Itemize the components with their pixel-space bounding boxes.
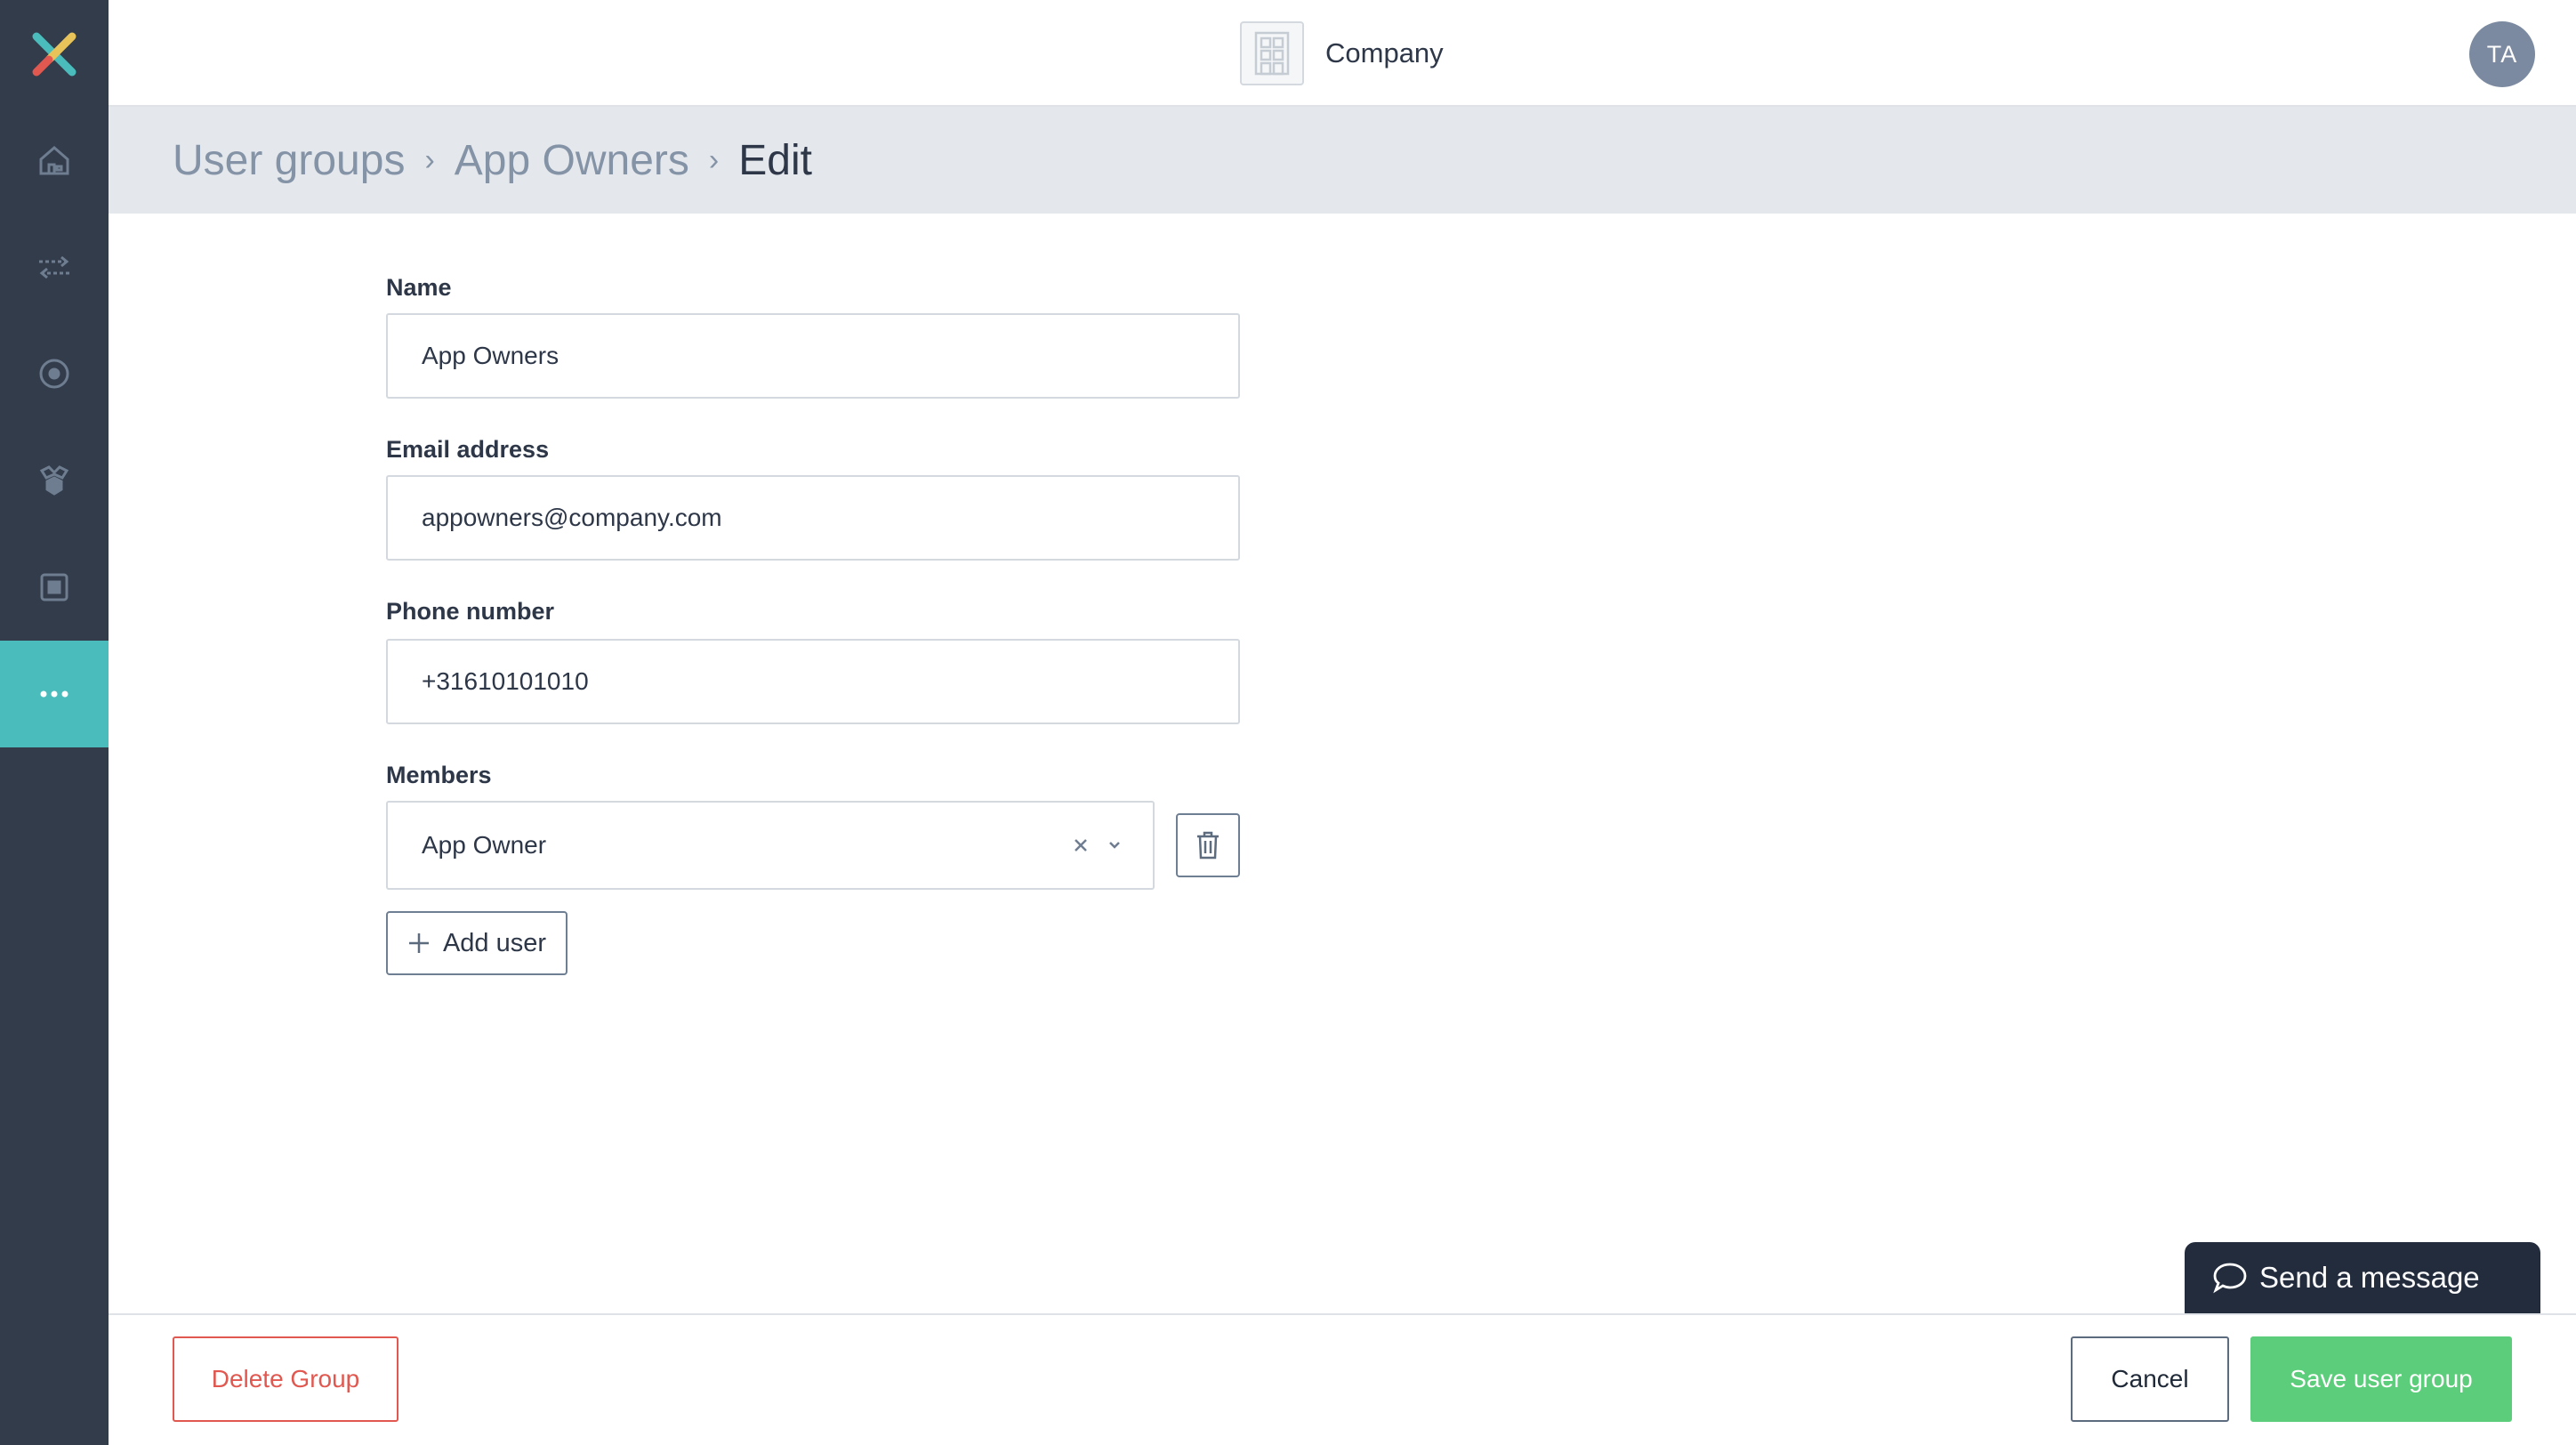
home-icon	[39, 146, 69, 175]
save-user-group-button[interactable]: Save user group	[2250, 1336, 2512, 1422]
cancel-button[interactable]: Cancel	[2071, 1336, 2229, 1422]
delete-group-button[interactable]: Delete Group	[173, 1336, 398, 1422]
member-select[interactable]: App Owner	[386, 801, 1155, 890]
breadcrumb: User groups › App Owners › Edit	[173, 107, 812, 214]
phone-label: Phone number	[386, 598, 555, 625]
phone-input[interactable]: +31610101010	[386, 639, 1240, 724]
form-footer: Delete Group Cancel Save user group	[109, 1313, 2576, 1445]
integrations-icon	[39, 465, 69, 496]
breadcrumb-user-groups[interactable]: User groups	[173, 136, 405, 185]
remove-member-button[interactable]	[1176, 813, 1240, 877]
send-message-label: Send a message	[2259, 1261, 2480, 1294]
plus-icon	[408, 933, 429, 953]
device-icon	[40, 573, 68, 601]
breadcrumb-separator: ›	[424, 142, 435, 177]
sidebar	[0, 0, 109, 1445]
app-logo[interactable]	[0, 0, 109, 109]
member-select-value: App Owner	[422, 831, 547, 859]
more-icon	[40, 690, 68, 698]
user-avatar[interactable]: TA	[2469, 21, 2535, 87]
sidebar-item-targets[interactable]	[0, 320, 109, 427]
target-icon	[39, 359, 69, 389]
add-user-label: Add user	[442, 928, 547, 957]
breadcrumb-current: Edit	[738, 136, 812, 184]
select-controls	[1073, 803, 1123, 888]
sidebar-item-devices[interactable]	[0, 534, 109, 641]
sidebar-item-more[interactable]	[0, 641, 109, 747]
email-label: Email address	[386, 436, 550, 463]
clear-icon[interactable]	[1073, 837, 1089, 853]
name-label: Name	[386, 274, 452, 301]
sidebar-item-home[interactable]	[0, 107, 109, 214]
breadcrumb-app-owners[interactable]: App Owners	[455, 136, 689, 185]
add-user-button[interactable]: Add user	[386, 911, 568, 975]
members-label: Members	[386, 762, 492, 788]
send-message-widget[interactable]: Send a message	[2185, 1242, 2540, 1313]
logo-icon	[32, 32, 76, 77]
name-input[interactable]: App Owners	[386, 313, 1240, 399]
email-input[interactable]: appowners@company.com	[386, 475, 1240, 561]
sidebar-item-integrations[interactable]	[0, 427, 109, 534]
building-icon	[1240, 21, 1304, 85]
transfer-arrows-icon	[39, 255, 69, 279]
breadcrumb-bar: User groups › App Owners › Edit	[109, 107, 2576, 214]
top-bar: Company TA	[109, 0, 2576, 107]
company-name: Company	[1325, 37, 1444, 69]
company-switcher[interactable]: Company	[1240, 21, 1444, 85]
chevron-down-icon[interactable]	[1107, 837, 1123, 853]
trash-icon	[1197, 831, 1219, 860]
breadcrumb-separator: ›	[708, 142, 720, 177]
chat-bubble-icon	[2213, 1263, 2247, 1294]
sidebar-item-transfers[interactable]	[0, 214, 109, 320]
